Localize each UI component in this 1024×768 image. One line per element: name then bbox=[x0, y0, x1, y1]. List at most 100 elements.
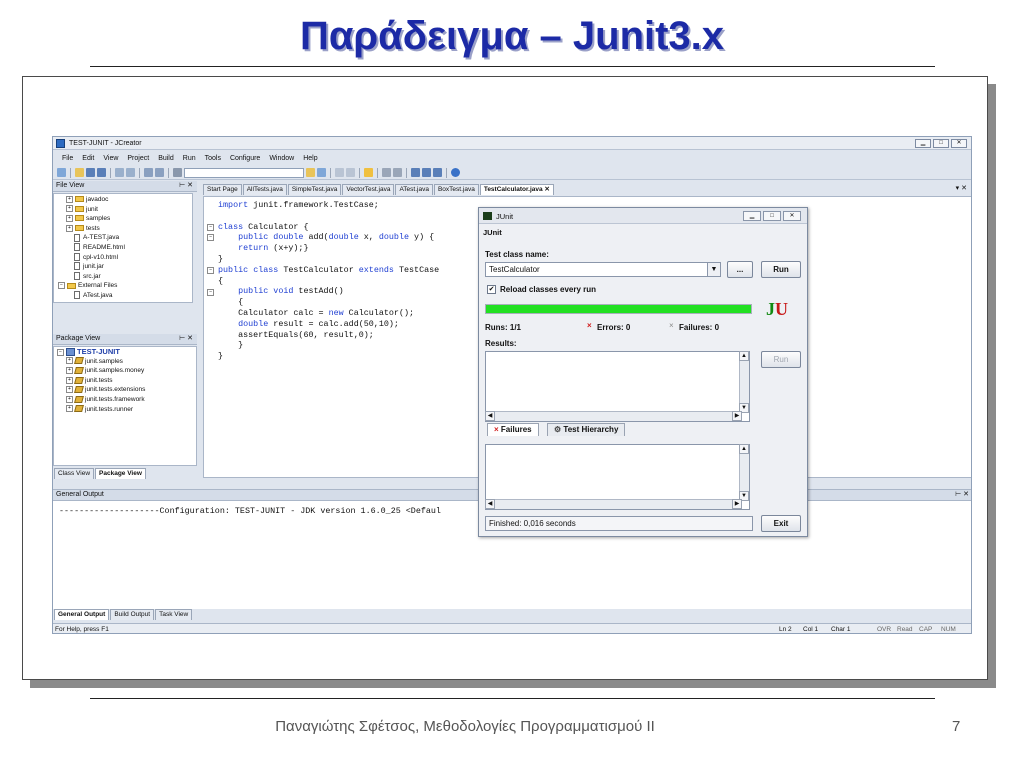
redo-icon[interactable] bbox=[155, 168, 164, 177]
fold-icon[interactable]: − bbox=[207, 267, 214, 274]
menu-window[interactable]: Window bbox=[269, 155, 294, 162]
failures-vscroll[interactable]: ▲ ▼ bbox=[739, 444, 749, 501]
tab-general-output[interactable]: General Output bbox=[54, 609, 110, 620]
minimize-button[interactable]: ▁ bbox=[915, 139, 931, 148]
package-tree-item[interactable]: + junit.tests.extensions bbox=[54, 385, 196, 395]
menu-configure[interactable]: Configure bbox=[230, 155, 260, 162]
scroll-left-icon[interactable]: ◀ bbox=[485, 411, 495, 421]
expand-icon[interactable]: + bbox=[66, 366, 73, 374]
exit-button[interactable]: Exit bbox=[761, 515, 801, 532]
scroll-left-icon[interactable]: ◀ bbox=[485, 499, 495, 509]
editor-tab[interactable]: ATest.java bbox=[395, 184, 433, 195]
run-button[interactable]: Run bbox=[761, 261, 801, 278]
expand-icon[interactable]: + bbox=[66, 195, 73, 203]
undo-icon[interactable] bbox=[144, 168, 153, 177]
results-list[interactable]: ▲ ▼ ◀ ▶ bbox=[485, 351, 750, 422]
forward-icon[interactable] bbox=[393, 168, 402, 177]
tab-class-view[interactable]: Class View bbox=[54, 468, 95, 479]
tab-failures[interactable]: × Failures bbox=[487, 423, 539, 436]
fold-icon[interactable]: − bbox=[207, 224, 214, 231]
menu-build[interactable]: Build bbox=[158, 155, 174, 162]
expand-icon[interactable]: + bbox=[66, 386, 73, 394]
tab-task-view[interactable]: Task View bbox=[155, 609, 193, 620]
expand-icon[interactable]: + bbox=[66, 405, 73, 413]
expand-icon[interactable]: + bbox=[66, 376, 73, 384]
window-cascade-icon[interactable] bbox=[433, 168, 442, 177]
junit-menu[interactable]: JUnit bbox=[483, 228, 502, 237]
copy-icon[interactable] bbox=[115, 168, 124, 177]
run-selected-button[interactable]: Run bbox=[761, 351, 801, 368]
maximize-button[interactable]: □ bbox=[763, 211, 781, 221]
file-tree-item[interactable]: + tests bbox=[54, 224, 192, 234]
save-icon[interactable] bbox=[86, 168, 95, 177]
menu-file[interactable]: File bbox=[62, 155, 73, 162]
project-root[interactable]: − TEST-JUNIT bbox=[54, 347, 196, 357]
scroll-up-icon[interactable]: ▲ bbox=[739, 444, 749, 454]
window-layout-icon[interactable] bbox=[411, 168, 420, 177]
browse-button[interactable]: ... bbox=[727, 261, 753, 278]
save-all-icon[interactable] bbox=[97, 168, 106, 177]
help-icon[interactable] bbox=[451, 168, 460, 177]
file-tree-item[interactable]: ATest.java bbox=[54, 291, 192, 301]
build-icon[interactable] bbox=[335, 168, 344, 177]
minimize-button[interactable]: ▁ bbox=[743, 211, 761, 221]
find-icon[interactable] bbox=[173, 168, 182, 177]
scroll-right-icon[interactable]: ▶ bbox=[732, 411, 742, 421]
paste-icon[interactable] bbox=[126, 168, 135, 177]
file-tree-item[interactable]: + javadoc bbox=[54, 195, 192, 205]
tab-build-output[interactable]: Build Output bbox=[110, 609, 155, 620]
tab-package-view[interactable]: Package View bbox=[95, 468, 146, 479]
pin-icon[interactable]: ⊢ ✕ bbox=[955, 490, 969, 500]
file-tree-item[interactable]: cpl-v10.html bbox=[54, 252, 192, 263]
file-tree-item[interactable]: README.html bbox=[54, 243, 192, 253]
find-in-files-icon[interactable] bbox=[306, 168, 315, 177]
menu-help[interactable]: Help bbox=[303, 155, 317, 162]
package-tree-item[interactable]: + junit.samples bbox=[54, 357, 196, 367]
pin-icon[interactable]: ⊢ ✕ bbox=[179, 334, 193, 344]
file-tree-item[interactable]: + samples bbox=[54, 214, 192, 224]
package-tree-item[interactable]: + junit.samples.money bbox=[54, 366, 196, 376]
test-class-input[interactable]: TestCalculator ▼ bbox=[485, 262, 721, 277]
expand-icon[interactable]: + bbox=[66, 205, 73, 213]
fold-icon[interactable]: − bbox=[207, 234, 214, 241]
menu-run[interactable]: Run bbox=[183, 155, 196, 162]
results-vscroll[interactable]: ▲ ▼ bbox=[739, 351, 749, 413]
menu-edit[interactable]: Edit bbox=[82, 155, 94, 162]
new-file-icon[interactable] bbox=[57, 168, 66, 177]
open-folder-icon[interactable] bbox=[75, 168, 84, 177]
file-tree-item[interactable]: junit.jar bbox=[54, 262, 192, 272]
file-tree-item[interactable]: + junit bbox=[54, 205, 192, 215]
editor-tab[interactable]: VectorTest.java bbox=[342, 184, 395, 195]
file-tree-item[interactable]: − External Files bbox=[54, 281, 192, 291]
expand-icon[interactable]: + bbox=[66, 395, 73, 403]
expand-icon[interactable]: + bbox=[66, 224, 73, 232]
results-hscroll[interactable]: ◀ ▶ bbox=[485, 411, 742, 421]
run-icon[interactable] bbox=[317, 168, 326, 177]
file-tree-item[interactable]: src.jar bbox=[54, 272, 192, 282]
collapse-icon[interactable]: − bbox=[57, 348, 64, 356]
package-tree-item[interactable]: + junit.tests bbox=[54, 376, 196, 386]
reload-checkbox[interactable]: ✔ bbox=[487, 285, 496, 294]
menu-tools[interactable]: Tools bbox=[205, 155, 221, 162]
maximize-button[interactable]: □ bbox=[933, 139, 949, 148]
menu-project[interactable]: Project bbox=[127, 155, 149, 162]
editor-tab[interactable]: BoxTest.java bbox=[433, 184, 479, 195]
execute-icon[interactable] bbox=[364, 168, 373, 177]
dropdown-arrow-icon[interactable]: ▼ bbox=[707, 263, 720, 276]
failures-hscroll[interactable]: ◀ ▶ bbox=[485, 499, 742, 509]
close-tab-icon[interactable]: ✕ bbox=[543, 186, 549, 193]
failures-list[interactable]: ▲ ▼ ◀ ▶ bbox=[485, 444, 750, 510]
collapse-icon[interactable]: − bbox=[58, 282, 65, 290]
pin-icon[interactable]: ⊢ ✕ bbox=[179, 181, 193, 191]
editor-tab[interactable]: AllTests.java bbox=[242, 184, 287, 195]
close-button[interactable]: ✕ bbox=[951, 139, 967, 148]
scroll-up-icon[interactable]: ▲ bbox=[739, 351, 749, 361]
close-button[interactable]: ✕ bbox=[783, 211, 801, 221]
package-tree-item[interactable]: + junit.tests.framework bbox=[54, 395, 196, 405]
expand-icon[interactable]: + bbox=[66, 357, 73, 365]
tab-test-hierarchy[interactable]: ⚙ Test Hierarchy bbox=[547, 423, 626, 436]
editor-tab[interactable]: TestCalculator.java ✕ bbox=[479, 184, 554, 195]
editor-tab[interactable]: SimpleTest.java bbox=[287, 184, 342, 195]
menu-view[interactable]: View bbox=[103, 155, 118, 162]
editor-tab[interactable]: Start Page bbox=[203, 184, 242, 195]
